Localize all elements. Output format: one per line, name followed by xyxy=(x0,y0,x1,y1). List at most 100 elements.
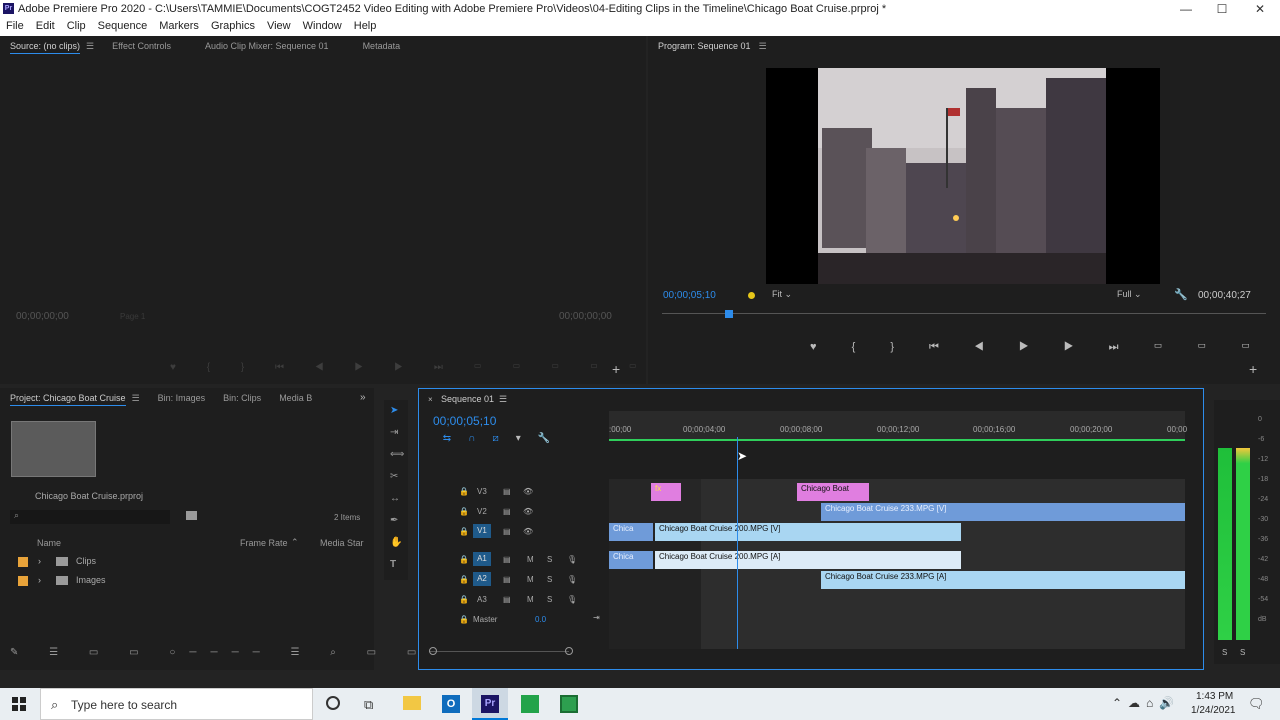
column-frame-rate[interactable]: Frame Rate xyxy=(240,538,288,548)
cortana-icon[interactable] xyxy=(326,696,340,710)
windows-start-icon[interactable] xyxy=(12,697,26,711)
menu-icon[interactable]: ☰ xyxy=(759,41,767,53)
list-item[interactable]: › Clips xyxy=(16,554,362,572)
tab-source[interactable]: Source: (no clips) xyxy=(10,41,81,54)
track-label[interactable]: A3 xyxy=(477,595,487,604)
close-icon[interactable]: × xyxy=(428,395,433,404)
add-button-icon[interactable]: + xyxy=(612,361,620,377)
sync-icon[interactable]: ▤ xyxy=(503,555,511,564)
scroll-handle-left[interactable] xyxy=(429,647,437,655)
new-bin-icon[interactable] xyxy=(186,511,197,520)
tab-media-browser[interactable]: Media B xyxy=(279,393,312,406)
title-clip[interactable]: Chicago Boat xyxy=(797,483,869,501)
lock-icon[interactable]: 🔒 xyxy=(459,527,469,536)
lock-icon[interactable]: 🔒 xyxy=(459,507,469,516)
hand-tool-icon[interactable]: ✋ xyxy=(390,536,402,550)
a1-clip-a[interactable]: Chica xyxy=(609,551,653,569)
camtasia-recorder-icon[interactable] xyxy=(560,695,578,713)
program-scrubber[interactable] xyxy=(662,310,1266,323)
type-tool-icon[interactable]: T xyxy=(390,558,396,572)
system-tray-icons[interactable]: ⌃☁⌂🔊 xyxy=(1112,696,1180,710)
sync-icon[interactable]: ▤ xyxy=(503,595,511,604)
menu-window[interactable]: Window xyxy=(303,18,342,36)
track-label[interactable]: V2 xyxy=(477,507,487,516)
menu-graphics[interactable]: Graphics xyxy=(211,18,255,36)
track-label[interactable]: A1 xyxy=(473,552,491,566)
menu-icon[interactable]: ☰ xyxy=(132,393,140,406)
program-title[interactable]: Program: Sequence 01 xyxy=(658,41,751,53)
close-button[interactable]: ✕ xyxy=(1242,0,1278,18)
tab-metadata[interactable]: Metadata xyxy=(363,41,401,54)
track-label[interactable]: V1 xyxy=(473,524,491,538)
sync-icon[interactable]: ▤ xyxy=(503,507,511,516)
solo-left-button[interactable]: S xyxy=(1222,648,1227,657)
minimize-button[interactable]: — xyxy=(1168,0,1204,18)
solo-button[interactable]: S xyxy=(547,595,552,604)
notifications-icon[interactable]: 🗨 xyxy=(1248,696,1265,712)
razor-tool-icon[interactable]: ✂ xyxy=(390,470,398,484)
add-button-icon[interactable]: + xyxy=(1249,361,1257,377)
selection-tool-icon[interactable]: ➤ xyxy=(390,404,398,418)
chevron-right-icon[interactable]: › xyxy=(38,575,41,585)
lock-icon[interactable]: 🔒 xyxy=(459,615,469,624)
wrench-icon[interactable]: 🔧 xyxy=(1174,288,1188,301)
mute-button[interactable]: M xyxy=(527,595,534,604)
clock-date[interactable]: 1/24/2021 xyxy=(1191,705,1236,716)
sequence-tab[interactable]: Sequence 01 xyxy=(441,394,494,404)
microphone-icon[interactable]: 🎙 xyxy=(567,575,577,584)
a2-clip[interactable]: Chicago Boat Cruise 233.MPG [A] xyxy=(821,571,1185,589)
task-view-icon[interactable]: ⧉ xyxy=(364,697,373,713)
eye-icon[interactable]: 👁 xyxy=(523,507,533,516)
fit-dropdown[interactable]: Fit ⌄ xyxy=(772,289,792,300)
work-area-bar[interactable] xyxy=(609,439,1185,441)
microphone-icon[interactable]: 🎙 xyxy=(567,555,577,564)
lock-icon[interactable]: 🔒 xyxy=(459,487,469,496)
column-name[interactable]: Name xyxy=(37,538,61,548)
tab-effect-controls[interactable]: Effect Controls xyxy=(112,41,171,54)
maximize-button[interactable]: ☐ xyxy=(1204,0,1240,18)
menu-help[interactable]: Help xyxy=(354,18,377,36)
clock-time[interactable]: 1:43 PM xyxy=(1196,691,1233,702)
menu-sequence[interactable]: Sequence xyxy=(98,18,148,36)
outlook-icon[interactable]: O xyxy=(442,695,460,713)
playhead-marker[interactable] xyxy=(725,310,733,318)
menu-icon[interactable]: ☰ xyxy=(499,394,507,405)
slip-tool-icon[interactable]: ↔ xyxy=(390,492,400,506)
master-volume[interactable]: 0.0 xyxy=(535,615,546,624)
sync-icon[interactable]: ▤ xyxy=(503,487,511,496)
ripple-edit-tool-icon[interactable]: ⟺ xyxy=(390,448,404,462)
chevron-right-icon[interactable]: › xyxy=(38,556,41,566)
tab-project[interactable]: Project: Chicago Boat Cruise xyxy=(10,393,126,406)
lock-icon[interactable]: 🔒 xyxy=(459,555,469,564)
tab-bin-images[interactable]: Bin: Images xyxy=(158,393,206,406)
menu-markers[interactable]: Markers xyxy=(159,18,199,36)
track-select-tool-icon[interactable]: ⇥ xyxy=(390,426,398,440)
program-timecode[interactable]: 00;00;05;10 xyxy=(663,290,716,301)
track-label[interactable]: A2 xyxy=(473,572,491,586)
menu-file[interactable]: File xyxy=(6,18,24,36)
tab-bin-clips[interactable]: Bin: Clips xyxy=(223,393,261,406)
menu-icon[interactable]: ☰ xyxy=(86,41,94,54)
fx-clip[interactable]: fx xyxy=(651,483,681,501)
eye-icon[interactable]: 👁 xyxy=(523,487,533,496)
v2-clip[interactable]: Chicago Boat Cruise 233.MPG [V] xyxy=(821,503,1185,521)
solo-button[interactable]: S xyxy=(547,575,552,584)
search-field[interactable]: ⌕ xyxy=(10,510,170,524)
panel-overflow-icon[interactable]: » xyxy=(360,392,366,403)
lock-icon[interactable]: 🔒 xyxy=(459,575,469,584)
column-media-start[interactable]: Media Star xyxy=(320,538,364,548)
pen-tool-icon[interactable]: ✒ xyxy=(390,514,398,528)
camtasia-icon[interactable] xyxy=(521,695,539,713)
timeline-ruler[interactable]: :00;00 00;00;04;00 00;00;08;00 00;00;12;… xyxy=(609,411,1187,441)
menu-edit[interactable]: Edit xyxy=(36,18,55,36)
eye-icon[interactable]: 👁 xyxy=(523,527,533,536)
tab-audio-clip-mixer[interactable]: Audio Clip Mixer: Sequence 01 xyxy=(205,41,329,54)
timeline-timecode[interactable]: 00;00;05;10 xyxy=(433,414,496,428)
track-label[interactable]: V3 xyxy=(477,487,487,496)
v1-clip-b[interactable]: Chicago Boat Cruise 200.MPG [V] xyxy=(655,523,961,541)
list-item[interactable]: › Images xyxy=(16,573,362,591)
source-timecode-left[interactable]: 00;00;00;00 xyxy=(16,311,69,322)
go-to-end-icon[interactable]: ⇥ xyxy=(593,613,600,622)
solo-button[interactable]: S xyxy=(547,555,552,564)
timeline-horizontal-scrollbar[interactable] xyxy=(429,647,573,661)
